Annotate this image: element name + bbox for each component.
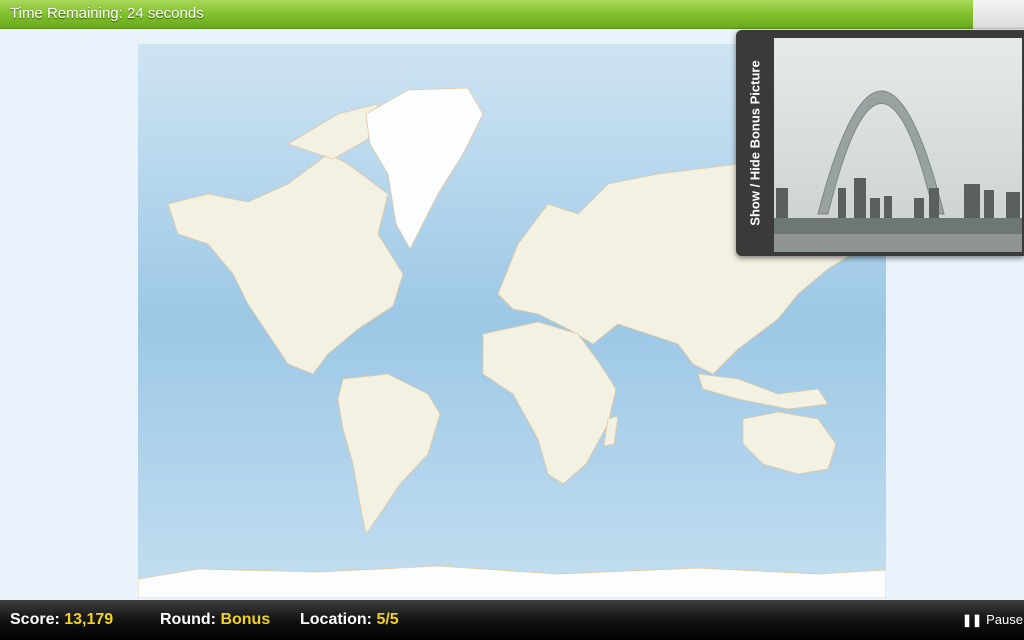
round-label: Round: [160, 611, 216, 628]
round-value: Bonus [220, 611, 271, 628]
time-remaining-text: Time Remaining: 24 seconds [10, 5, 204, 22]
score-display: Score: 13,179 [10, 611, 113, 629]
timer-progress-bar: Time Remaining: 24 seconds [0, 0, 973, 29]
location-value: 5/5 [376, 611, 399, 628]
timer-track [973, 0, 1024, 29]
location-label: Location: [300, 611, 372, 628]
pause-label: Pause [986, 612, 1023, 627]
status-bar: Score: 13,179 Round: Bonus Location: 5/5… [0, 600, 1024, 640]
show-hide-bonus-picture-button[interactable]: Show / Hide Bonus Picture [736, 30, 774, 256]
location-display: Location: 5/5 [300, 611, 399, 629]
bonus-picture-panel: Show / Hide Bonus Picture [736, 30, 1024, 256]
pause-icon: ❚❚ [962, 613, 983, 627]
pause-button[interactable]: ❚❚ Pause [962, 612, 1023, 627]
bonus-toggle-label: Show / Hide Bonus Picture [747, 60, 763, 226]
score-label: Score: [10, 611, 60, 628]
gateway-arch-photo [774, 38, 1022, 252]
round-display: Round: Bonus [160, 611, 270, 629]
score-value: 13,179 [64, 611, 114, 628]
